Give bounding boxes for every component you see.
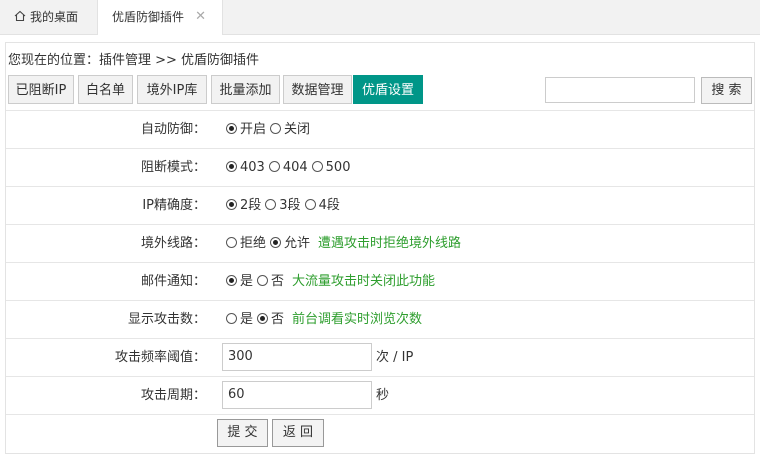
tab-home-label: 我的桌面	[30, 10, 79, 24]
setting-options: 是 否大流量攻击时关闭此功能	[226, 263, 435, 301]
setting-options: 开启 关闭	[226, 111, 314, 149]
radio-unchecked-icon[interactable]	[304, 199, 316, 210]
setting-row: 显示攻击数： 是 否前台调看实时浏览次数	[6, 301, 754, 339]
whitelist-button[interactable]: 白名单	[78, 75, 133, 104]
back-button[interactable]: 返 回	[272, 419, 324, 447]
radio-option[interactable]: 否	[257, 312, 284, 327]
radio-option-label: 3段	[279, 198, 301, 213]
setting-label: 自动防御：	[140, 122, 206, 137]
setting-row: 阻断模式： 403 404 500	[6, 149, 754, 187]
threshold-label: 攻击频率阈值：	[114, 350, 206, 365]
foreign-ip-button[interactable]: 境外IP库	[137, 75, 207, 104]
setting-row: 自动防御： 开启 关闭	[6, 111, 754, 149]
radio-unchecked-icon[interactable]	[270, 123, 282, 134]
radio-option-label: 404	[282, 160, 308, 175]
radio-option[interactable]: 允许	[270, 236, 310, 251]
threshold-row: 攻击频率阈值： 300 次 / IP	[6, 339, 754, 377]
radio-option[interactable]: 拒绝	[226, 236, 266, 251]
setting-row: 邮件通知： 是 否大流量攻击时关闭此功能	[6, 263, 754, 301]
submit-button[interactable]: 提 交	[217, 419, 268, 447]
radio-option-label: 是	[240, 274, 254, 289]
radio-checked-icon[interactable]	[226, 161, 237, 172]
setting-options: 拒绝 允许 遭遇攻击时拒绝境外线路	[226, 225, 461, 263]
setting-label: 显示攻击数：	[127, 312, 206, 327]
radio-checked-icon[interactable]	[257, 313, 269, 324]
radio-option[interactable]: 开启	[226, 122, 266, 137]
setting-hint: 遭遇攻击时拒绝境外线路	[318, 236, 462, 251]
search-input[interactable]	[545, 77, 695, 103]
setting-hint: 大流量攻击时关闭此功能	[292, 274, 436, 289]
radio-unchecked-icon[interactable]	[265, 199, 277, 210]
search-button[interactable]: 搜 索	[701, 77, 752, 104]
radio-option-label: 2段	[240, 198, 262, 213]
radio-option-label: 否	[271, 312, 285, 327]
period-label: 攻击周期：	[140, 388, 206, 403]
divider	[6, 414, 754, 415]
radio-option[interactable]: 是	[226, 312, 253, 327]
period-input[interactable]: 60	[222, 381, 372, 409]
period-row: 攻击周期： 60 秒	[6, 377, 754, 415]
setting-options: 是 否前台调看实时浏览次数	[226, 301, 422, 339]
tab-home[interactable]: 我的桌面	[0, 0, 96, 34]
setting-options: 403 404 500	[226, 149, 354, 187]
setting-row: IP精确度： 2段 3段 4段	[6, 187, 754, 225]
setting-label: 邮件通知：	[140, 274, 206, 289]
radio-option-label: 否	[271, 274, 285, 289]
close-icon[interactable]: ✕	[195, 0, 206, 34]
radio-option-label: 开启	[240, 122, 267, 137]
setting-hint: 前台调看实时浏览次数	[292, 312, 423, 327]
settings-button[interactable]: 优盾设置	[353, 75, 423, 104]
radio-option[interactable]: 404	[268, 160, 308, 175]
tab-bar: 我的桌面 优盾防御插件 ✕	[0, 0, 760, 35]
setting-label: 境外线路：	[140, 236, 206, 251]
radio-option-label: 403	[240, 160, 265, 175]
radio-option[interactable]: 否	[257, 274, 284, 289]
period-unit: 秒	[376, 388, 390, 403]
threshold-input[interactable]: 300	[222, 343, 372, 371]
radio-option[interactable]: 500	[311, 160, 351, 175]
radio-option[interactable]: 403	[226, 160, 265, 175]
radio-unchecked-icon[interactable]	[226, 237, 237, 248]
radio-option[interactable]: 是	[226, 274, 253, 289]
setting-label: 阻断模式：	[140, 160, 206, 175]
batch-add-button[interactable]: 批量添加	[211, 75, 280, 104]
tab-plugin-label: 优盾防御插件	[112, 10, 185, 24]
radio-checked-icon[interactable]	[226, 199, 237, 210]
radio-option-label: 是	[240, 312, 254, 327]
radio-unchecked-icon[interactable]	[268, 161, 280, 172]
radio-checked-icon[interactable]	[226, 275, 237, 286]
tab-plugin[interactable]: 优盾防御插件 ✕	[97, 0, 223, 35]
radio-option[interactable]: 关闭	[270, 122, 310, 137]
radio-checked-icon[interactable]	[226, 123, 237, 134]
radio-option[interactable]: 2段	[226, 198, 261, 213]
home-icon	[14, 1, 26, 35]
radio-option-label: 4段	[318, 198, 340, 213]
threshold-unit: 次 / IP	[376, 350, 414, 365]
radio-option[interactable]: 4段	[304, 198, 340, 213]
setting-row: 境外线路： 拒绝 允许 遭遇攻击时拒绝境外线路	[6, 225, 754, 263]
radio-option-label: 允许	[284, 236, 311, 251]
breadcrumb: 您现在的位置：插件管理 >> 优盾防御插件	[8, 53, 260, 68]
radio-option-label: 关闭	[284, 122, 311, 137]
radio-unchecked-icon[interactable]	[311, 161, 323, 172]
setting-options: 2段 3段 4段	[226, 187, 344, 225]
radio-option-label: 500	[325, 160, 351, 175]
blocked-ip-button[interactable]: 已阻断IP	[8, 75, 74, 104]
radio-option[interactable]: 3段	[265, 198, 301, 213]
data-manage-button[interactable]: 数据管理	[283, 75, 352, 104]
radio-option-label: 拒绝	[240, 236, 267, 251]
radio-checked-icon[interactable]	[270, 237, 282, 248]
radio-unchecked-icon[interactable]	[257, 275, 269, 286]
setting-label: IP精确度：	[142, 198, 206, 213]
radio-unchecked-icon[interactable]	[226, 313, 237, 324]
